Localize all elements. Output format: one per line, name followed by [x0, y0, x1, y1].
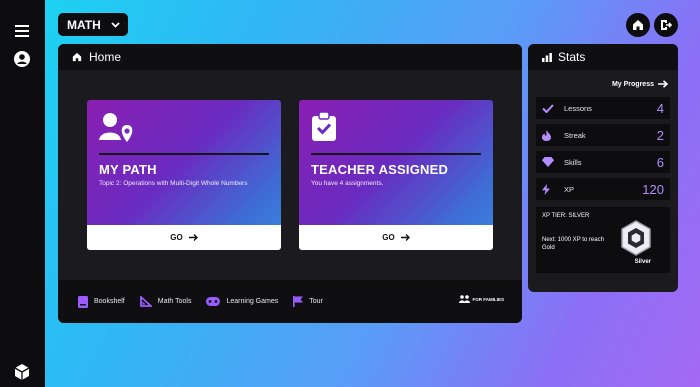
go-label: GO: [382, 233, 395, 242]
family-icon: [458, 295, 470, 303]
home-icon: [72, 52, 82, 62]
gamepad-icon: [206, 297, 221, 306]
card-subtitle: You have 4 assignments.: [311, 180, 384, 187]
tier-label: XP TIER: SILVER: [542, 213, 590, 219]
stats-title: Stats: [558, 50, 586, 64]
stat-value: 120: [642, 181, 664, 197]
ruler-triangle-icon: [139, 296, 152, 307]
stat-streak: Streak 2: [536, 124, 670, 146]
panel-footer: Bookshelf Math Tools Learning Games Tour…: [58, 280, 522, 323]
profile-icon[interactable]: [10, 47, 34, 71]
my-progress-link[interactable]: My Progress: [612, 80, 668, 88]
footer-label: Bookshelf: [94, 298, 125, 305]
home-panel-header: Home: [58, 44, 522, 70]
stat-label: Skills: [564, 157, 582, 167]
menu-icon[interactable]: [10, 19, 34, 43]
stat-label: Lessons: [564, 103, 592, 113]
stats-panel: Stats My Progress Lessons 4 Streak 2 Ski…: [528, 44, 678, 292]
home-icon: [633, 20, 643, 30]
footer-label: Learning Games: [226, 298, 279, 305]
clipboard-check-icon: [312, 112, 336, 141]
families-label: FOR FAMILIES: [472, 297, 505, 302]
flag-icon: [293, 296, 304, 307]
logout-icon: [661, 20, 672, 30]
stat-label: Streak: [564, 130, 586, 140]
home-button[interactable]: [626, 13, 650, 37]
arrow-right-icon: [400, 234, 410, 241]
stat-label: XP: [564, 184, 575, 194]
left-sidebar: [0, 0, 45, 387]
tier-next: Next: 1000 XP to reach Gold: [542, 237, 604, 251]
for-families-link[interactable]: FOR FAMILIES: [458, 295, 505, 304]
progress-label: My Progress: [611, 80, 654, 88]
cube-icon[interactable]: [10, 360, 34, 384]
arrow-right-icon: [658, 80, 668, 88]
page-title: Home: [89, 50, 122, 64]
arrow-right-icon: [188, 234, 198, 241]
stat-skills: Skills 6: [536, 151, 670, 173]
learning-games-link[interactable]: Learning Games: [206, 297, 278, 306]
xp-tier-box: XP TIER: SILVER Next: 1000 XP to reach G…: [536, 207, 670, 273]
go-button[interactable]: GO: [87, 225, 281, 250]
logout-button[interactable]: [654, 13, 678, 37]
teacher-assigned-card[interactable]: TEACHER ASSIGNED You have 4 assignments.…: [299, 100, 493, 250]
gem-icon: [542, 157, 558, 167]
tier-name: Silver: [634, 259, 651, 265]
stat-value: 2: [656, 127, 664, 143]
check-icon: [542, 103, 558, 113]
stat-lessons: Lessons 4: [536, 97, 670, 119]
card-title: MY PATH: [99, 162, 157, 177]
go-label: GO: [170, 233, 183, 242]
footer-label: Math Tools: [157, 298, 192, 305]
my-path-card[interactable]: MY PATH Topic 2: Operations with Multi-D…: [87, 100, 281, 250]
lightning-icon: [542, 183, 558, 195]
card-divider: [99, 153, 269, 155]
silver-badge-icon: [621, 220, 651, 256]
stat-value: 6: [656, 154, 664, 170]
home-panel: Home MY PATH Topic 2: Operations with Mu…: [58, 44, 522, 323]
card-title: TEACHER ASSIGNED: [311, 162, 449, 177]
card-divider: [311, 153, 481, 155]
subject-label: MATH: [67, 17, 101, 32]
person-location-icon: [99, 113, 133, 142]
card-subtitle: Topic 2: Operations with Multi-Digit Who…: [99, 180, 248, 187]
book-icon: [78, 295, 88, 308]
footer-label: Tour: [309, 298, 323, 305]
stat-xp: XP 120: [536, 178, 670, 200]
stats-header: Stats: [528, 44, 678, 70]
stat-value: 4: [656, 100, 664, 116]
chevron-down-icon: [111, 21, 120, 28]
tour-link[interactable]: Tour: [293, 296, 323, 307]
bar-chart-icon: [542, 52, 552, 62]
math-tools-link[interactable]: Math Tools: [139, 296, 192, 307]
flame-icon: [542, 129, 558, 141]
go-button[interactable]: GO: [299, 225, 493, 250]
bookshelf-link[interactable]: Bookshelf: [78, 295, 125, 308]
subject-dropdown[interactable]: MATH: [58, 13, 128, 36]
